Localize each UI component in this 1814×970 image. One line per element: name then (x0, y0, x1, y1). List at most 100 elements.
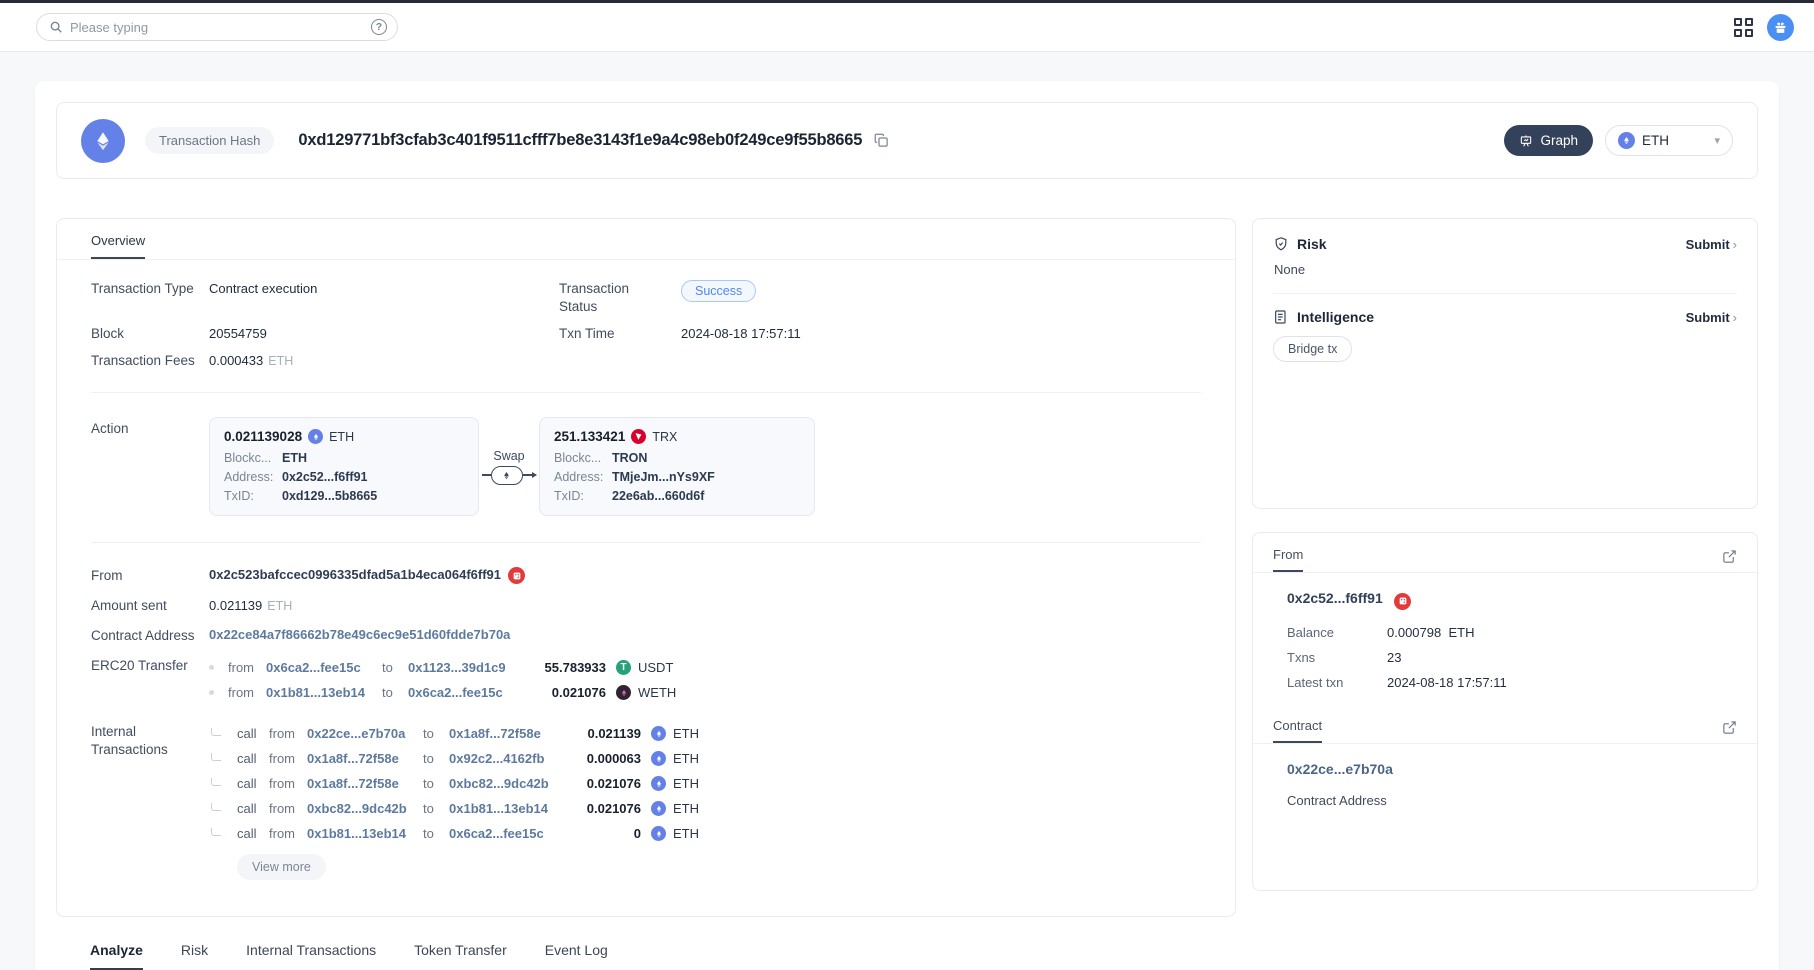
txid-value[interactable]: 22e6ab...660d6f (612, 489, 704, 504)
tab-internal-transactions[interactable]: Internal Transactions (246, 942, 376, 970)
internal-to-address[interactable]: 0x92c2...4162fb (449, 751, 565, 766)
amount-sent-row: Amount sent 0.021139 ETH (91, 597, 1201, 615)
eth-token-icon (651, 751, 666, 766)
blockchain-value: TRON (612, 451, 648, 465)
internal-from-address[interactable]: 0xbc82...9dc42b (307, 801, 423, 816)
help-icon[interactable]: ? (371, 19, 387, 35)
tab-analyze[interactable]: Analyze (90, 942, 143, 970)
risk-submit-button[interactable]: Submit › (1686, 237, 1737, 252)
bullet-dot (209, 665, 214, 670)
weth-token-icon (616, 685, 631, 700)
contract-address-value[interactable]: 0x22ce84a7f86662b78e49c6ec9e51d60fdde7b7… (209, 627, 510, 642)
chevron-down-icon: ▾ (1714, 135, 1720, 147)
amount-sent-label: Amount sent (91, 598, 167, 613)
swap-to-token: TRX (652, 429, 678, 444)
fees-value: 0.000433 ETH (209, 353, 294, 368)
contract-address-row: Contract Address 0x22ce84a7f86662b78e49c… (91, 627, 1201, 645)
risk-value: None (1274, 262, 1306, 277)
contract-address-label: Contract Address (91, 628, 195, 643)
latest-txn-value: 2024-08-18 17:57:11 (1387, 674, 1507, 690)
internal-to-address[interactable]: 0x6ca2...fee15c (449, 826, 565, 841)
apps-grid-icon[interactable] (1734, 17, 1753, 37)
internal-from-address[interactable]: 0x1a8f...72f58e (307, 751, 423, 766)
amount-sent-unit: ETH (267, 599, 293, 613)
balance-value: 0.000798 ETH (1387, 624, 1475, 640)
internal-from-address[interactable]: 0x1a8f...72f58e (307, 776, 423, 791)
tab-event-log[interactable]: Event Log (545, 942, 608, 970)
view-more-button[interactable]: View more (237, 854, 326, 880)
swap-icon (490, 465, 523, 485)
swap-from-box: 0.021139028 ETH Blockc... ETH Address: 0x2… (209, 417, 479, 516)
shield-icon (1273, 236, 1289, 252)
transaction-type-value: Contract execution (209, 281, 318, 296)
user-avatar[interactable] (1767, 13, 1794, 41)
erc20-label: ERC20 Transfer (91, 658, 188, 673)
sub-call-icon (211, 727, 221, 736)
tab-token-transfer[interactable]: Token Transfer (414, 942, 507, 970)
copy-icon[interactable] (874, 133, 889, 148)
search-input[interactable]: Please typing ? (36, 13, 398, 41)
external-link-icon[interactable] (1722, 549, 1737, 572)
graph-button[interactable]: Graph (1504, 125, 1593, 156)
internal-from-address[interactable]: 0x22ce...e7b70a (307, 726, 423, 741)
txid-value[interactable]: 0xd129...5b8665 (282, 489, 377, 504)
erc20-from-address[interactable]: 0x1b81...13eb14 (266, 685, 382, 700)
erc20-from-address[interactable]: 0x6ca2...fee15c (266, 660, 382, 675)
tab-overview[interactable]: Overview (91, 233, 146, 259)
internal-to-address[interactable]: 0x1a8f...72f58e (449, 726, 565, 741)
action-section: Action 0.021139028 ETH Blockc... ETH Addr… (91, 417, 1201, 516)
address-value[interactable]: 0x2c52...f6ff91 (282, 470, 367, 485)
internal-to-address[interactable]: 0xbc82...9dc42b (449, 776, 565, 791)
swap-from-amount: 0.021139028 (224, 429, 303, 444)
internal-txn-row: call from 0x1b81...13eb14 to 0x6ca2...fe… (209, 823, 699, 844)
transaction-status-label: Transaction Status (559, 281, 630, 314)
contract-address-note: Contract Address (1287, 792, 1387, 808)
sub-call-icon (211, 777, 221, 786)
gambling-dice-icon (508, 567, 525, 584)
internal-txn-row: call from 0x22ce...e7b70a to 0x1a8f...72… (209, 723, 699, 744)
from-address[interactable]: 0x2c523bafccec0996335dfad5a1b4eca064f6ff… (209, 567, 501, 582)
internal-token: ETH (673, 726, 699, 741)
block-value[interactable]: 20554759 (209, 325, 559, 343)
tab-from[interactable]: From (1273, 547, 1304, 572)
contract-address-short[interactable]: 0x22ce...e7b70a (1287, 761, 1393, 777)
txn-time-value: 2024-08-18 17:57:11 (681, 326, 801, 341)
swap-label: Swap (493, 448, 525, 463)
erc20-amount: 0.021076 (551, 685, 606, 700)
search-icon (49, 20, 63, 34)
tab-risk[interactable]: Risk (181, 942, 208, 970)
eth-icon (1618, 132, 1635, 149)
internal-to-address[interactable]: 0x1b81...13eb14 (449, 801, 565, 816)
erc20-to-address[interactable]: 0x1123...39d1c9 (408, 660, 524, 675)
tab-contract[interactable]: Contract (1273, 718, 1323, 743)
overview-card: Overview Transaction Type Contract execu… (56, 218, 1236, 917)
eth-token-icon (651, 726, 666, 741)
intelligence-tag[interactable]: Bridge tx (1273, 336, 1353, 362)
txn-time-label: Txn Time (559, 326, 615, 341)
gift-icon (1774, 21, 1787, 34)
sub-call-icon (211, 827, 221, 836)
internal-from-address[interactable]: 0x1b81...13eb14 (307, 826, 423, 841)
erc20-section: ERC20 Transfer from 0x6ca2...fee15c to 0… (91, 657, 1201, 707)
latest-txn-label: Latest txn (1287, 674, 1344, 690)
internal-amount: 0.000063 (586, 751, 641, 766)
internal-txns-label: Internal Transactions (91, 724, 168, 757)
hash-type-badge: Transaction Hash (145, 127, 275, 154)
erc20-row: from 0x6ca2...fee15c to 0x1123...39d1c9 … (209, 657, 676, 678)
internal-txns-section: Internal Transactions call from 0x22ce..… (91, 723, 1201, 880)
internal-amount: 0.021139 (587, 726, 641, 741)
blockchain-label: Blockc... (554, 451, 602, 465)
internal-token: ETH (673, 751, 699, 766)
internal-txn-row: call from 0x1a8f...72f58e to 0xbc82...9d… (209, 773, 699, 794)
erc20-to-address[interactable]: 0x6ca2...fee15c (408, 685, 524, 700)
transaction-type-label: Transaction Type (91, 281, 194, 296)
internal-txn-row: call from 0xbc82...9dc42b to 0x1b81...13… (209, 798, 699, 819)
graph-button-label: Graph (1540, 133, 1578, 148)
swap-connector: Swap (479, 417, 539, 516)
intelligence-submit-button[interactable]: Submit › (1686, 310, 1737, 325)
internal-amount: 0 (633, 826, 641, 841)
from-address-short[interactable]: 0x2c52...f6ff91 (1287, 590, 1383, 606)
external-link-icon[interactable] (1722, 720, 1737, 743)
chain-select[interactable]: ETH ▾ (1605, 125, 1733, 156)
address-value[interactable]: TMjeJm...nYs9XF (612, 470, 715, 485)
